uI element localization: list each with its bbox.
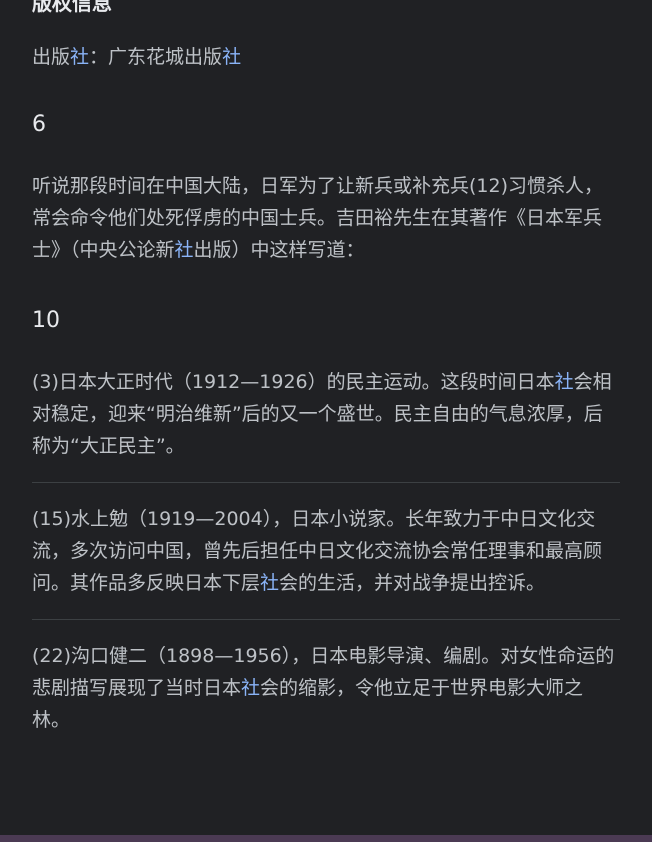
search-highlight[interactable]: 社 [222,46,241,68]
search-highlight[interactable]: 社 [241,677,260,699]
publisher-label: 出版 [32,46,71,68]
section-6-paragraph: 听说那段时间在中国大陆，日军为了让新兵或补充兵(12)习惯杀人，常会命令他们处死… [32,175,604,261]
section-number-10: 10 [32,308,60,333]
copyright-heading: 版权信息 [32,0,112,15]
search-highlight[interactable]: 社 [260,572,279,594]
search-highlight[interactable]: 社 [555,371,574,393]
footnote-3: (3)日本大正时代（1912—1926）的民主运动。这段时间日本社会相对稳定，迎… [32,371,612,457]
separator: ： [89,46,109,68]
article-content: 版权信息 出版社：广东花城出版社 6 听说那段时间在中国大陆，日军为了让新兵或补… [32,0,620,736]
publisher-name: 广东花城出版 [108,46,223,68]
section-number-6: 6 [32,112,46,137]
reader-page: 版权信息 出版社：广东花城出版社 6 听说那段时间在中国大陆，日军为了让新兵或补… [0,0,652,842]
footnote-22: (22)沟口健二（1898—1956），日本电影导演、编剧。对女性命运的悲剧描写… [32,645,615,731]
bottom-bar [0,835,652,842]
search-highlight[interactable]: 社 [70,46,89,68]
divider [32,482,620,483]
footnote-15: (15)水上勉（1919—2004），日本小说家。长年致力于中日文化交流，多次访… [32,508,603,594]
search-highlight[interactable]: 社 [175,239,194,261]
divider [32,619,620,620]
publisher-line: 出版社：广东花城出版社 [32,44,620,70]
